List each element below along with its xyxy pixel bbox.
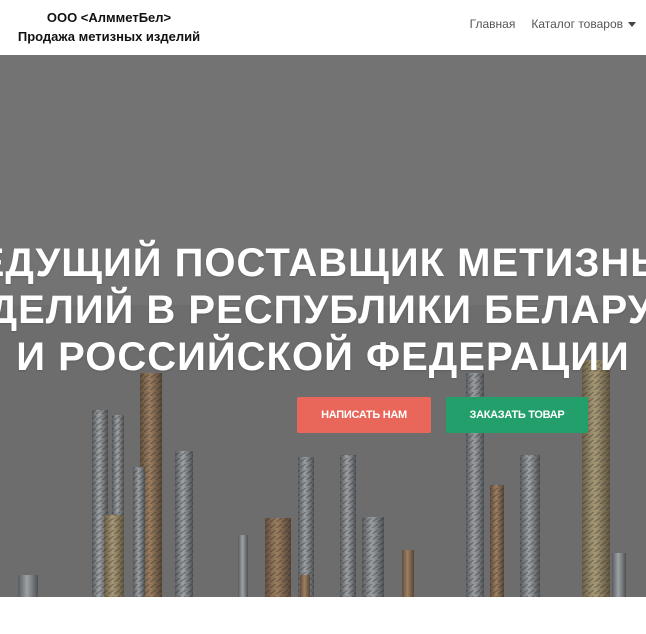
brand-company-name: ООО <АлмметБел>: [46, 10, 172, 25]
nav-dropdown-catalog[interactable]: Каталог товаров: [531, 17, 636, 31]
nav-links: Главная Каталог товаров: [454, 17, 636, 31]
hero-title: ВЕДУЩИЙ ПОСТАВЩИК МЕТИЗНЫХ ИЗДЕЛИЙ В РЕС…: [0, 240, 646, 379]
hero-section: ВЕДУЩИЙ ПОСТАВЩИК МЕТИЗНЫХ ИЗДЕЛИЙ В РЕС…: [0, 55, 646, 597]
brand-tagline: Продажа метизных изделий: [17, 29, 201, 44]
nav-link-home-label: Главная: [469, 17, 516, 31]
navbar: ООО <АлмметБел> Продажа метизных изделий…: [0, 0, 646, 55]
brand-logo-link[interactable]: ООО <АлмметБел> Продажа метизных изделий: [14, 8, 204, 46]
order-product-button[interactable]: ЗАКАЗАТЬ ТОВАР: [446, 397, 588, 433]
page-bottom-area: [0, 597, 646, 634]
nav-dropdown-catalog-label: Каталог товаров: [531, 17, 623, 31]
nav-link-home[interactable]: Главная: [470, 17, 516, 31]
write-us-button[interactable]: НАПИСАТЬ НАМ: [297, 397, 431, 433]
caret-down-icon: [628, 21, 636, 27]
